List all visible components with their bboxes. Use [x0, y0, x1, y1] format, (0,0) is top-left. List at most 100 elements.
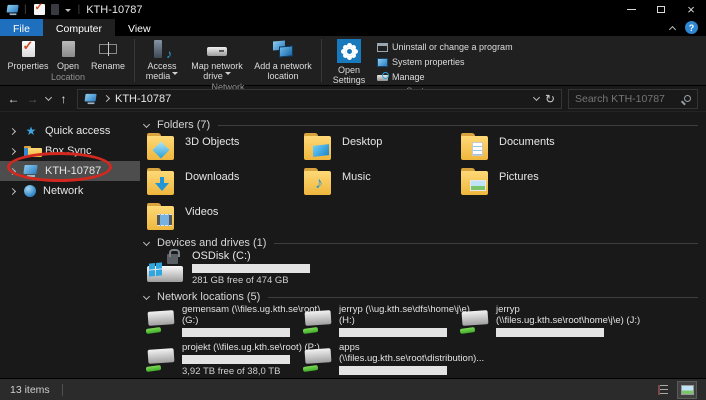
folder-tile-downloads[interactable]: Downloads: [146, 168, 298, 200]
rename-icon: [99, 44, 117, 54]
network-globe-icon: [24, 185, 36, 197]
folder-icon: [460, 133, 490, 161]
uninstall-program-button[interactable]: Uninstall or change a program: [374, 40, 516, 54]
minimize-button[interactable]: [616, 0, 646, 19]
qat-newfolder-icon[interactable]: [51, 4, 59, 15]
search-box[interactable]: [568, 89, 698, 109]
tab-view[interactable]: View: [115, 19, 164, 36]
folder-tile-documents[interactable]: Documents: [460, 133, 612, 165]
network-drive-icon: [146, 347, 176, 373]
large-icons-view-button[interactable]: [678, 382, 696, 398]
folder-icon: [146, 168, 176, 196]
expand-chevron-icon[interactable]: [8, 169, 17, 174]
titlebar: | | KTH-10787 ×: [0, 0, 706, 19]
large-icons-view-icon: [681, 385, 694, 395]
up-button[interactable]: ↑: [54, 92, 73, 106]
explorer-window: | | KTH-10787 × File Computer View ? Pro…: [0, 0, 706, 400]
tab-file[interactable]: File: [0, 19, 43, 36]
folder-icon: [146, 203, 176, 231]
minimize-icon: [627, 9, 636, 10]
breadcrumb[interactable]: KTH-10787: [115, 93, 171, 105]
system-properties-button[interactable]: System properties: [374, 55, 516, 69]
breadcrumb-chevron-icon[interactable]: [103, 95, 110, 102]
section-header-folders[interactable]: Folders (7): [144, 118, 698, 132]
collapse-section-icon[interactable]: [143, 292, 150, 299]
group-label-location: Location: [2, 71, 134, 85]
search-input[interactable]: [575, 93, 684, 105]
drive-name: OSDisk (C:): [192, 250, 310, 262]
music-note-glyph-icon: ♪: [315, 175, 323, 193]
manage-button[interactable]: Manage: [374, 70, 516, 84]
bitlocker-lock-icon: [167, 254, 178, 264]
refresh-icon[interactable]: ↻: [545, 92, 555, 106]
capacity-bar: [192, 264, 310, 273]
search-icon[interactable]: [684, 95, 691, 102]
network-tile-jerryp-h[interactable]: jerryp (\\ug.kth.se\dfs\home\j\e) (H:): [303, 304, 458, 337]
ribbon: Properties Open Rename Location Access m…: [0, 36, 706, 86]
window-pc-icon: [7, 4, 19, 14]
details-view-button[interactable]: [654, 382, 672, 398]
cube-glyph-icon: [153, 142, 170, 159]
network-tile-jerryp-j[interactable]: jerryp (\\files.ug.kth.se\root\home\j\e)…: [460, 304, 615, 337]
help-icon[interactable]: ?: [685, 21, 698, 34]
map-network-drive-button[interactable]: Map network drive: [187, 39, 247, 81]
system-properties-icon: [377, 58, 388, 67]
address-dropdown-icon[interactable]: [533, 94, 540, 101]
collapse-section-icon[interactable]: [143, 120, 150, 127]
dropdown-caret-icon: [172, 72, 178, 78]
sidebar-item-network[interactable]: Network: [0, 181, 140, 201]
access-media-button[interactable]: Access media: [140, 39, 184, 81]
close-button[interactable]: ×: [676, 0, 706, 19]
access-media-icon: [152, 40, 172, 59]
section-header-network-locations[interactable]: Network locations (5): [144, 290, 698, 304]
recent-locations-icon[interactable]: [42, 95, 54, 102]
collapse-ribbon-icon[interactable]: [669, 25, 676, 32]
settings-icon: [337, 39, 361, 63]
desktop-glyph-icon: [313, 144, 329, 157]
network-drive-icon: [146, 309, 176, 335]
expand-chevron-icon[interactable]: [8, 129, 17, 134]
add-network-location-button[interactable]: Add a network location: [250, 39, 316, 81]
folder-tile-videos[interactable]: Videos: [146, 203, 298, 235]
film-glyph-icon: [157, 214, 172, 226]
folder-tile-desktop[interactable]: Desktop: [303, 133, 455, 165]
network-tile-apps[interactable]: apps (\\files.ug.kth.se\root\distributio…: [303, 342, 458, 375]
qat-properties-icon[interactable]: [34, 4, 45, 15]
collapse-section-icon[interactable]: [143, 238, 150, 245]
sidebar-item-this-pc[interactable]: KTH-10787: [0, 161, 140, 181]
maximize-icon: [657, 6, 665, 13]
document-glyph-icon: [472, 142, 483, 156]
sidebar-item-quick-access[interactable]: ★ Quick access: [0, 121, 140, 141]
qat-customize-caret-icon[interactable]: [65, 9, 71, 15]
quick-access-star-icon: ★: [24, 124, 38, 138]
expand-chevron-icon[interactable]: [8, 149, 17, 154]
tab-computer[interactable]: Computer: [43, 19, 115, 36]
open-button[interactable]: Open: [52, 39, 84, 71]
drive-tile-osdisk[interactable]: OSDisk (C:) 281 GB free of 474 GB: [146, 250, 310, 286]
folder-tile-pictures[interactable]: Pictures: [460, 168, 612, 200]
section-rule: [268, 297, 698, 298]
properties-icon: [22, 41, 35, 57]
section-rule: [218, 125, 698, 126]
status-separator: [62, 384, 63, 396]
close-icon: ×: [687, 5, 695, 15]
network-tile-gemensam[interactable]: gemensam (\\files.ug.kth.se\root) (G:): [146, 304, 301, 337]
folder-tile-music[interactable]: ♪ Music: [303, 168, 455, 200]
open-settings-button[interactable]: Open Settings: [327, 39, 371, 85]
forward-button[interactable]: →: [23, 92, 42, 106]
expand-chevron-icon[interactable]: [8, 189, 17, 194]
maximize-button[interactable]: [646, 0, 676, 19]
qat-separator: |: [24, 4, 27, 15]
address-field[interactable]: KTH-10787 ↻: [77, 89, 562, 109]
details-view-icon: [658, 385, 668, 395]
folder-icon: [460, 168, 490, 196]
sidebar-item-box-sync[interactable]: Box Sync: [0, 141, 140, 161]
section-header-devices[interactable]: Devices and drives (1): [144, 236, 698, 250]
properties-button[interactable]: Properties: [7, 39, 49, 71]
address-bar-row: ← → ↑ KTH-10787 ↻: [0, 86, 706, 112]
network-tile-projekt[interactable]: projekt (\\files.ug.kth.se\root) (P:) 3,…: [146, 342, 301, 377]
rename-button[interactable]: Rename: [87, 39, 129, 71]
back-button[interactable]: ←: [4, 92, 23, 106]
folder-tile-3d-objects[interactable]: 3D Objects: [146, 133, 298, 165]
main-area: ★ Quick access Box Sync KTH-10787 Networ…: [0, 112, 706, 378]
